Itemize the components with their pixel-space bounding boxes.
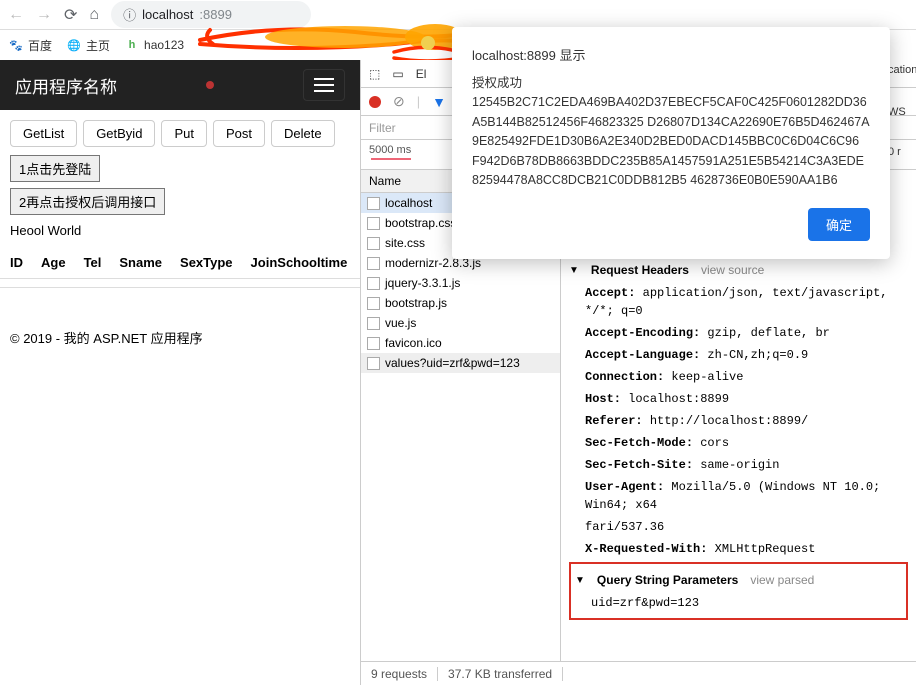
file-icon xyxy=(367,237,380,250)
table-header: ID Age Tel Sname SexType JoinSchooltime xyxy=(0,243,360,279)
header-row: Connection: keep-alive xyxy=(569,366,908,388)
header-row: X-Requested-With: XMLHttpRequest xyxy=(569,538,908,560)
transfer-size: 37.7 KB transferred xyxy=(438,667,563,681)
clear-icon[interactable]: ⊘ xyxy=(393,93,405,110)
file-icon xyxy=(367,197,380,210)
alert-title: localhost:8899 显示 xyxy=(472,45,870,64)
bookmark-label: 主页 xyxy=(86,37,110,54)
reload-icon[interactable]: ⟳ xyxy=(64,5,77,25)
bookmark-baidu[interactable]: 🐾 百度 xyxy=(8,37,52,54)
header-row: Accept-Language: zh-CN,zh;q=0.9 xyxy=(569,344,908,366)
auth-step-button[interactable]: 2再点击授权后调用接口 xyxy=(10,188,165,215)
file-icon xyxy=(367,217,380,230)
app-brand[interactable]: 应用程序名称 xyxy=(15,73,117,98)
col-id: ID xyxy=(10,255,23,270)
triangle-down-icon: ▼ xyxy=(569,265,579,276)
query-params-highlight: ▼ Query String Parameters view parsed ui… xyxy=(569,562,908,620)
view-parsed-link[interactable]: view parsed xyxy=(750,573,814,587)
alert-message: 授权成功 12545B2C71C2EDA469BA402D37EBECF5CAF… xyxy=(472,74,870,190)
page-footer: © 2019 - 我的 ASP.NET 应用程序 xyxy=(0,287,360,357)
request-count: 9 requests xyxy=(361,667,438,681)
devtools-status-bar: 9 requests 37.7 KB transferred xyxy=(361,661,916,685)
request-row[interactable]: favicon.ico xyxy=(361,333,560,353)
app-navbar: 应用程序名称 xyxy=(0,60,360,110)
forward-icon[interactable]: → xyxy=(36,6,52,24)
menu-toggle-button[interactable] xyxy=(303,69,345,101)
filter-icon[interactable]: ▼ xyxy=(432,94,446,110)
globe-icon: 🌐 xyxy=(66,37,82,53)
col-sextype: SexType xyxy=(180,255,233,270)
page-content: 应用程序名称 GetList GetByid Put Post Delete 1… xyxy=(0,60,360,685)
action-buttons: GetList GetByid Put Post Delete xyxy=(0,110,360,152)
bookmark-label: 百度 xyxy=(28,37,52,54)
hao-icon: h xyxy=(124,37,140,53)
hello-text: Heool World xyxy=(0,218,360,243)
request-row[interactable]: jquery-3.3.1.js xyxy=(361,273,560,293)
query-string-raw: uid=zrf&pwd=123 xyxy=(575,592,902,614)
tab-elements[interactable]: El xyxy=(416,67,427,81)
file-icon xyxy=(367,277,380,290)
query-params-section[interactable]: ▼ Query String Parameters view parsed xyxy=(575,568,902,592)
url-port: :8899 xyxy=(199,7,232,22)
delete-button[interactable]: Delete xyxy=(271,120,335,147)
login-step-button[interactable]: 1点击先登陆 xyxy=(10,155,100,182)
bookmark-hao123[interactable]: h hao123 xyxy=(124,37,184,53)
site-info-icon[interactable]: ⓘ xyxy=(123,5,136,24)
alert-dialog: localhost:8899 显示 授权成功 12545B2C71C2EDA46… xyxy=(452,27,890,259)
browser-toolbar: ← → ⟳ ⌂ ⓘ localhost :8899 xyxy=(0,0,916,30)
address-bar[interactable]: ⓘ localhost :8899 xyxy=(111,1,311,28)
col-sname: Sname xyxy=(119,255,162,270)
file-icon xyxy=(367,297,380,310)
file-icon xyxy=(367,337,380,350)
request-row[interactable]: vue.js xyxy=(361,313,560,333)
alert-ok-button[interactable]: 确定 xyxy=(808,208,870,241)
request-headers-section[interactable]: ▼ Request Headers view source xyxy=(569,258,908,282)
bookmark-label: hao123 xyxy=(144,38,184,52)
back-icon[interactable]: ← xyxy=(8,6,24,24)
header-row: Host: localhost:8899 xyxy=(569,388,908,410)
put-button[interactable]: Put xyxy=(161,120,207,147)
record-icon[interactable] xyxy=(369,96,381,108)
bookmark-home[interactable]: 🌐 主页 xyxy=(66,37,110,54)
header-row: Referer: http://localhost:8899/ xyxy=(569,410,908,432)
device-icon[interactable]: ▭ xyxy=(392,67,403,81)
header-row: User-Agent: Mozilla/5.0 (Windows NT 10.0… xyxy=(569,476,908,516)
col-tel: Tel xyxy=(84,255,102,270)
request-row[interactable]: values?uid=zrf&pwd=123 xyxy=(361,353,560,373)
file-icon xyxy=(367,317,380,330)
header-row: Accept: application/json, text/javascrip… xyxy=(569,282,908,322)
getlist-button[interactable]: GetList xyxy=(10,120,77,147)
post-button[interactable]: Post xyxy=(213,120,265,147)
url-host: localhost xyxy=(142,7,193,22)
col-jointime: JoinSchooltime xyxy=(251,255,348,270)
file-icon xyxy=(367,257,380,270)
col-age: Age xyxy=(41,255,66,270)
file-icon xyxy=(367,357,380,370)
paw-icon: 🐾 xyxy=(8,37,24,53)
clipped-edge: cation WS 0 r xyxy=(886,60,916,162)
header-row: Sec-Fetch-Site: same-origin xyxy=(569,454,908,476)
home-icon[interactable]: ⌂ xyxy=(89,6,99,24)
header-row: Accept-Encoding: gzip, deflate, br xyxy=(569,322,908,344)
view-source-link[interactable]: view source xyxy=(701,263,764,277)
triangle-down-icon: ▼ xyxy=(575,575,585,586)
notification-dot-icon xyxy=(206,81,214,89)
header-row: fari/537.36 xyxy=(569,516,908,538)
header-row: Sec-Fetch-Mode: cors xyxy=(569,432,908,454)
yellow-dot-icon xyxy=(421,36,435,50)
getbyid-button[interactable]: GetByid xyxy=(83,120,155,147)
inspect-icon[interactable]: ⬚ xyxy=(369,67,380,81)
request-row[interactable]: bootstrap.js xyxy=(361,293,560,313)
